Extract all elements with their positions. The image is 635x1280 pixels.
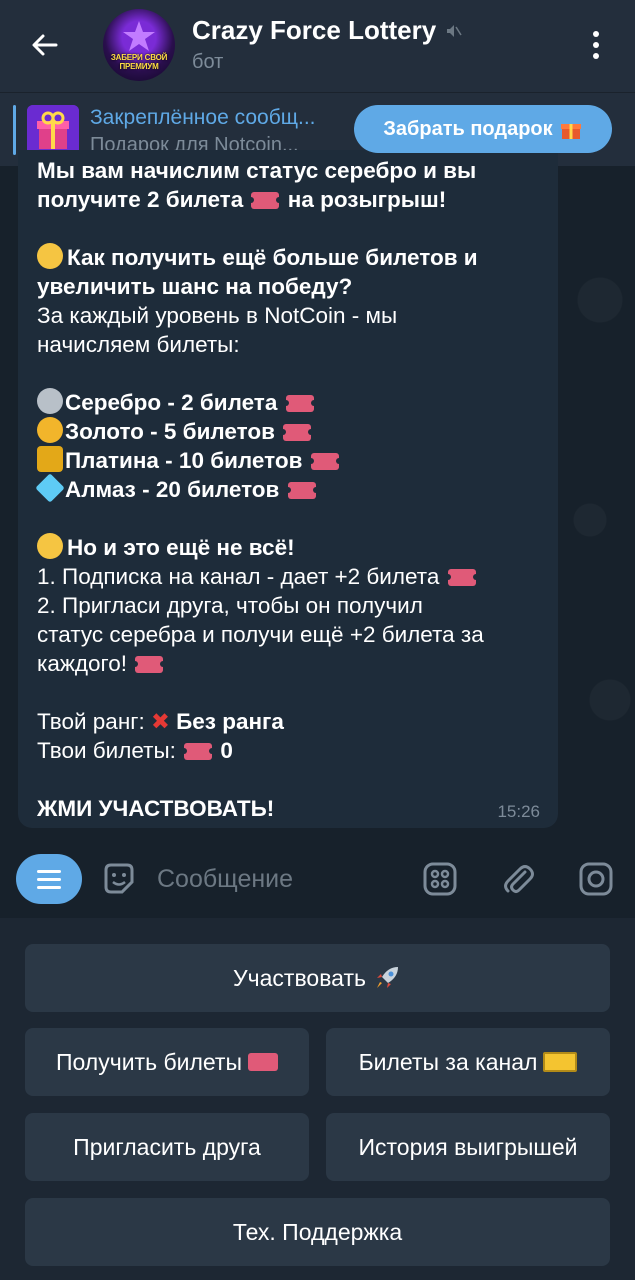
channel-tickets-button[interactable]: Билеты за канал [326,1028,610,1096]
bot-keyboard: Участвовать Получить билеты Билеты за ка… [0,918,635,1280]
pinned-indicator [13,105,16,155]
message-input[interactable] [157,862,397,896]
camera-icon[interactable] [577,860,615,898]
win-history-label: История выигрышей [358,1133,578,1160]
menu-icon [37,877,61,881]
text-line: Но и это ещё не всё! [67,535,295,560]
ticket-icon [284,482,319,499]
channel-tickets-label: Билеты за канал [358,1048,538,1075]
pinned-title: Закреплённое сообщ... [90,106,316,129]
star-icon [123,21,155,51]
relieved-face-icon [37,243,63,269]
wink-face-icon [37,533,63,559]
claim-gift-button[interactable]: Забрать подарок [354,105,612,153]
menu-icon [37,869,61,873]
ticket-icon [307,453,342,470]
back-arrow-icon [32,34,58,56]
avatar-logo-text: ЗАБЕРИ СВОЙ ПРЕМИУМ [110,53,168,71]
chat-header: ЗАБЕРИ СВОЙ ПРЕМИУМ Crazy Force Lottery … [0,0,635,92]
attach-icon[interactable] [499,860,537,898]
claim-gift-label: Забрать подарок [383,117,553,140]
muted-icon [447,24,462,37]
text-line: 2. Пригласи друга, чтобы он получил [37,593,423,618]
bot-menu-button[interactable] [16,854,82,904]
text-line: статус серебра и получи ещё +2 билета за [37,622,484,647]
message-text: Мы вам начислим статус серебро и вы полу… [35,156,542,823]
participate-button[interactable]: Участвовать [25,944,610,1012]
win-history-button[interactable]: История выигрышей [326,1113,610,1181]
get-tickets-label: Получить билеты [55,1048,242,1075]
text-line: начисляем билеты: [37,332,240,357]
tickets-value: 0 [220,738,233,763]
more-menu-button[interactable] [576,22,616,68]
text-line: каждого! [37,651,128,676]
participate-label: Участвовать [233,964,366,991]
more-dot-icon [593,31,599,37]
ticket-icon [282,395,317,412]
ticket-icon [181,743,216,760]
menu-icon [37,885,61,889]
trophy-icon [37,446,63,472]
get-tickets-button[interactable]: Получить билеты [25,1028,309,1096]
message-bubble: Мы вам начислим статус серебро и вы полу… [18,150,558,828]
chat-subtitle: бот [192,51,224,73]
ticket-icon [280,424,315,441]
rocket-icon [376,967,398,988]
tickets-label: Твои билеты: [37,738,176,763]
rank-value: Без ранга [176,709,284,734]
call-to-action: ЖМИ УЧАСТВОВАТЬ! [37,796,275,821]
invite-friend-label: Пригласить друга [73,1133,261,1160]
ticket-icon [543,1052,578,1072]
level-gold: Золото - 5 билетов [65,419,275,444]
cross-mark-icon: ✖ [150,709,170,734]
bot-commands-icon[interactable] [421,860,459,898]
text-line: увеличить шанс на победу? [37,274,353,299]
message-composer [0,840,635,918]
text-line: 1. Подписка на канал - дает +2 билета [37,564,440,589]
more-dot-icon [593,53,599,59]
level-silver: Серебро - 2 билета [65,390,278,415]
more-dot-icon [593,42,599,48]
text-line: на розыгрыш! [287,187,447,212]
bot-avatar[interactable]: ЗАБЕРИ СВОЙ ПРЕМИУМ [103,9,175,81]
text-line: получите 2 билета [37,187,244,212]
ticket-icon [248,192,283,209]
gift-icon [560,124,581,139]
rank-label: Твой ранг: [37,709,145,734]
chat-title[interactable]: Crazy Force Lottery [192,15,462,46]
support-button[interactable]: Тех. Поддержка [25,1198,610,1266]
silver-medal-icon [37,388,63,414]
back-button[interactable] [22,22,68,68]
level-diamond: Алмаз - 20 билетов [65,477,280,502]
sticker-icon[interactable] [100,860,138,898]
text-line: Мы вам начислим статус серебро и вы [37,158,477,183]
diamond-icon [35,473,65,503]
text-line: Как получить ещё больше билетов и [67,245,478,270]
ticket-icon [444,569,479,586]
gold-medal-icon [37,417,63,443]
chat-title-text: Crazy Force Lottery [192,15,437,45]
level-platinum: Платина - 10 билетов [65,448,303,473]
ticket-icon [248,1053,278,1071]
ticket-icon [132,656,167,673]
invite-friend-button[interactable]: Пригласить друга [25,1113,309,1181]
support-label: Тех. Поддержка [232,1218,403,1245]
message-time: 15:26 [497,802,540,821]
text-line: За каждый уровень в NotCoin - мы [37,303,398,328]
